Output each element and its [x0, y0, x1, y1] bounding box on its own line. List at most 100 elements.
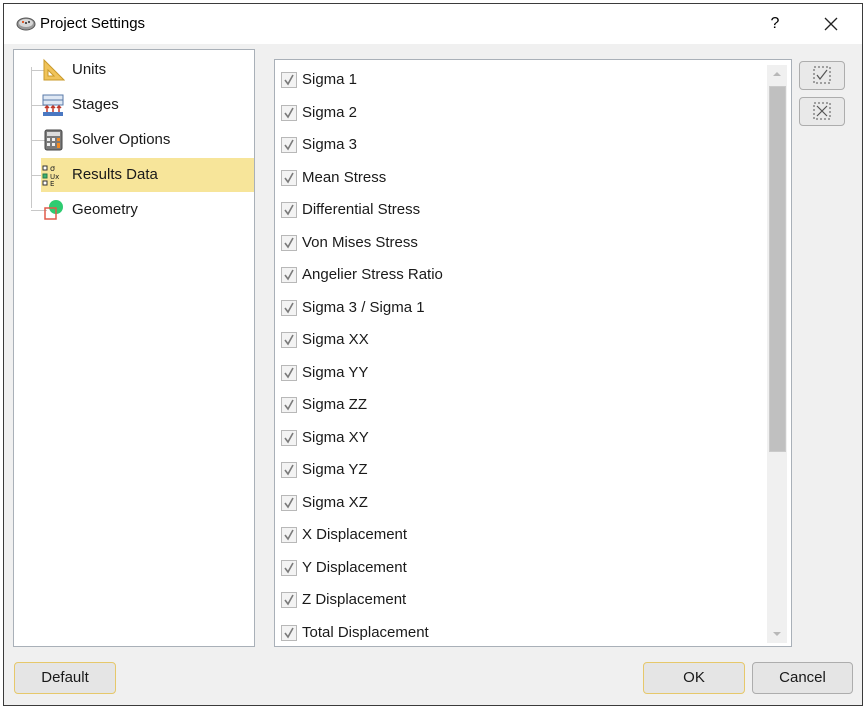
results-list-item-label: Sigma YZ	[302, 461, 368, 478]
results-list-item-label: Differential Stress	[302, 201, 421, 218]
checkbox[interactable]	[281, 624, 297, 641]
results-data-list: Sigma 1 Sigma 2 Sigma 3 Mean Stress Differen…	[274, 59, 792, 647]
checkbox[interactable]	[281, 462, 297, 478]
checkbox[interactable]	[281, 332, 297, 348]
scroll-down-button[interactable]	[767, 625, 787, 643]
results-list-item[interactable]: Sigma 3 / Sigma 1	[281, 296, 761, 322]
results-list-item[interactable]: Sigma 3	[281, 133, 761, 159]
results-list-item-label: Sigma 3	[302, 136, 358, 153]
title-bar: Project Settings ?	[4, 4, 862, 44]
scroll-up-button[interactable]	[767, 65, 787, 83]
results-list-item[interactable]: Sigma YY	[281, 361, 761, 387]
vertical-scrollbar[interactable]	[767, 65, 787, 643]
settings-tree: Units Stages Solver Options σ Ux E Resul…	[13, 49, 255, 647]
checkmark-icon	[284, 432, 294, 443]
results-list-item-label: X Displacement	[302, 526, 408, 543]
results-list-item-label: Y Displacement	[302, 558, 407, 576]
checkbox[interactable]	[281, 364, 297, 381]
results-list-item[interactable]: Sigma XX	[281, 328, 761, 354]
dialog-title: Project Settings	[40, 15, 146, 32]
checkmark-icon	[284, 302, 294, 313]
checkmark-icon	[284, 594, 294, 606]
results-list-item[interactable]: Sigma 1	[281, 68, 761, 94]
results-list-item[interactable]: Sigma YZ	[281, 458, 761, 484]
checkbox[interactable]	[281, 137, 297, 153]
results-list-item[interactable]: Sigma XZ	[281, 491, 761, 517]
checkbox[interactable]	[281, 234, 297, 251]
checkmark-icon	[284, 627, 294, 638]
results-list-item[interactable]: Sigma XY	[281, 426, 761, 452]
checkmark-icon	[284, 562, 294, 573]
results-list-item-label: Von Mises Stress	[302, 233, 418, 251]
results-list-item-label: Sigma YY	[302, 363, 369, 381]
results-list-item-label: Angelier Stress Ratio	[302, 266, 443, 283]
checkmark-icon	[284, 74, 294, 86]
checkmark-icon	[284, 204, 294, 216]
checkmark-icon	[284, 399, 294, 411]
scroll-down-arrow-icon	[773, 632, 781, 636]
results-list-item-label: Sigma XY	[302, 428, 369, 446]
cancel-button[interactable]: Cancel	[752, 662, 853, 694]
results-list-item-label: Z Displacement	[302, 591, 407, 608]
help-button[interactable]: ?	[760, 12, 790, 36]
checkbox[interactable]	[281, 104, 297, 121]
results-list-item-label: Mean Stress	[302, 168, 387, 186]
results-list-item-label: Sigma 3 / Sigma 1	[302, 298, 425, 316]
deselect-all-icon	[813, 102, 831, 120]
results-list-item-label: Sigma 1	[302, 71, 358, 88]
checkmark-icon	[284, 269, 294, 281]
checkbox[interactable]	[281, 397, 297, 413]
results-data-icon: σ Ux E	[42, 164, 59, 187]
tree-item-results-data[interactable]: σ Ux E Results Data	[14, 158, 254, 192]
ruler-triangle-icon	[43, 58, 65, 81]
close-icon	[824, 17, 838, 31]
results-list-item[interactable]: Z Displacement	[281, 588, 761, 614]
checkbox[interactable]	[281, 429, 297, 446]
stages-icon	[42, 94, 64, 116]
tree-item-geometry[interactable]: Geometry	[14, 193, 254, 227]
close-button[interactable]	[816, 10, 846, 38]
checkbox[interactable]	[281, 527, 297, 543]
checkbox[interactable]	[281, 202, 297, 218]
deselect-all-button[interactable]	[799, 97, 845, 126]
checkbox[interactable]	[281, 72, 297, 88]
checkbox[interactable]	[281, 494, 297, 511]
select-all-button[interactable]	[799, 61, 845, 90]
checkbox[interactable]	[281, 299, 297, 316]
checkbox[interactable]	[281, 267, 297, 283]
checkmark-icon	[284, 172, 294, 183]
checkmark-icon	[284, 497, 294, 508]
scrollbar-thumb[interactable]	[769, 86, 786, 452]
results-list-item[interactable]: Total Displacement	[281, 621, 761, 647]
results-list-item[interactable]: Differential Stress	[281, 198, 761, 224]
checkmark-icon	[284, 334, 294, 346]
results-list-item[interactable]: Sigma ZZ	[281, 393, 761, 419]
results-list-item[interactable]: Y Displacement	[281, 556, 761, 582]
default-button[interactable]: Default	[14, 662, 116, 694]
checkbox[interactable]	[281, 169, 297, 186]
results-list-item-label: Total Displacement	[302, 623, 429, 641]
results-list-item[interactable]: Von Mises Stress	[281, 231, 761, 257]
tree-item-solver-options[interactable]: Solver Options	[14, 123, 254, 157]
project-settings-dialog: Project Settings ? Units Stages Solver O…	[3, 3, 863, 706]
checkmark-icon	[284, 367, 294, 378]
tree-item-units[interactable]: Units	[14, 53, 254, 87]
results-list-item-label: Sigma XZ	[302, 493, 368, 511]
results-list-item[interactable]: Sigma 2	[281, 101, 761, 127]
results-list-item[interactable]: X Displacement	[281, 523, 761, 549]
checkmark-icon	[284, 139, 294, 151]
checkmark-icon	[284, 464, 294, 476]
results-list-item[interactable]: Angelier Stress Ratio	[281, 263, 761, 289]
results-list-item-label: Sigma ZZ	[302, 396, 368, 413]
results-list-item-label: Sigma 2	[302, 103, 358, 121]
tree-item-stages[interactable]: Stages	[14, 88, 254, 122]
checkbox[interactable]	[281, 592, 297, 608]
results-list-item[interactable]: Mean Stress	[281, 166, 761, 192]
app-icon	[16, 17, 36, 31]
checkmark-icon	[284, 529, 294, 541]
checkbox[interactable]	[281, 559, 297, 576]
geometry-icon	[44, 200, 63, 220]
svg-text:E: E	[50, 180, 54, 187]
svg-text:σ: σ	[50, 164, 55, 173]
ok-button[interactable]: OK	[643, 662, 745, 694]
